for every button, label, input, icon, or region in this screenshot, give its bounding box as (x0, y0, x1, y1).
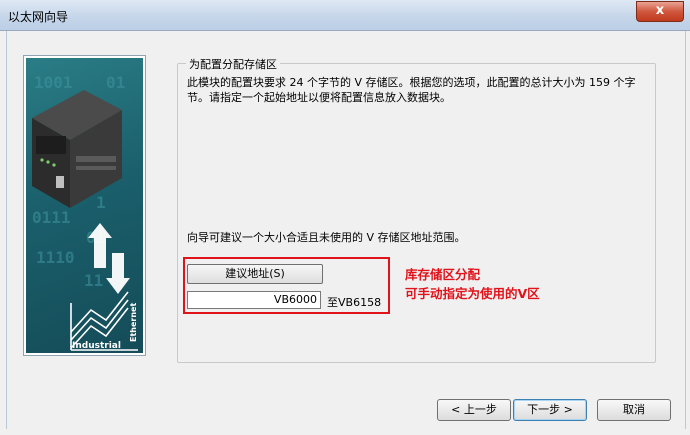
window-title: 以太网向导 (8, 10, 69, 24)
suggest-address-button[interactable]: 建议地址(S) (187, 264, 323, 284)
group-legend: 为配置分配存储区 (186, 56, 280, 72)
start-address-input[interactable]: VB6000 (187, 291, 321, 309)
memory-allocation-group: 为配置分配存储区 此模块的配置块要求 24 个字节的 V 存储区。根据您的选项，… (177, 56, 656, 363)
end-address-label: 至VB6158 (327, 296, 382, 309)
annotation-text: 库存储区分配 可手动指定为使用的V区 (405, 265, 540, 303)
prev-button[interactable]: < 上一步 (437, 399, 511, 421)
wizard-body: 100101 110 01101 011101 111011 (6, 31, 686, 429)
plc-illustration-graphic: 100101 110 01101 011101 111011 (32, 73, 138, 351)
hint-text: 向导可建议一个大小合适且未使用的 V 存储区地址范围。 (187, 231, 466, 244)
ethernet-label: Ethernet (129, 303, 138, 342)
svg-text:1001: 1001 (34, 73, 73, 92)
plc-ethernet-illustration: 100101 110 01101 011101 111011 (24, 56, 145, 355)
close-button[interactable]: x (636, 1, 684, 22)
svg-text:11: 11 (84, 271, 103, 290)
title-bar: 以太网向导 x (0, 0, 690, 31)
svg-text:01: 01 (106, 73, 125, 92)
description-text: 此模块的配置块要求 24 个字节的 V 存储区。根据您的选项，此配置的总计大小为… (187, 76, 636, 104)
svg-text:1: 1 (96, 193, 106, 212)
cancel-button[interactable]: 取消 (597, 399, 671, 421)
annotation-line-1: 库存储区分配 (405, 267, 481, 282)
plc-device-icon (32, 90, 122, 208)
industrial-label: Industrial (72, 341, 121, 351)
svg-text:1110: 1110 (36, 248, 75, 267)
next-button[interactable]: 下一步 > (513, 399, 587, 421)
annotation-line-2: 可手动指定为使用的V区 (405, 286, 540, 301)
svg-text:0111: 0111 (32, 208, 71, 227)
